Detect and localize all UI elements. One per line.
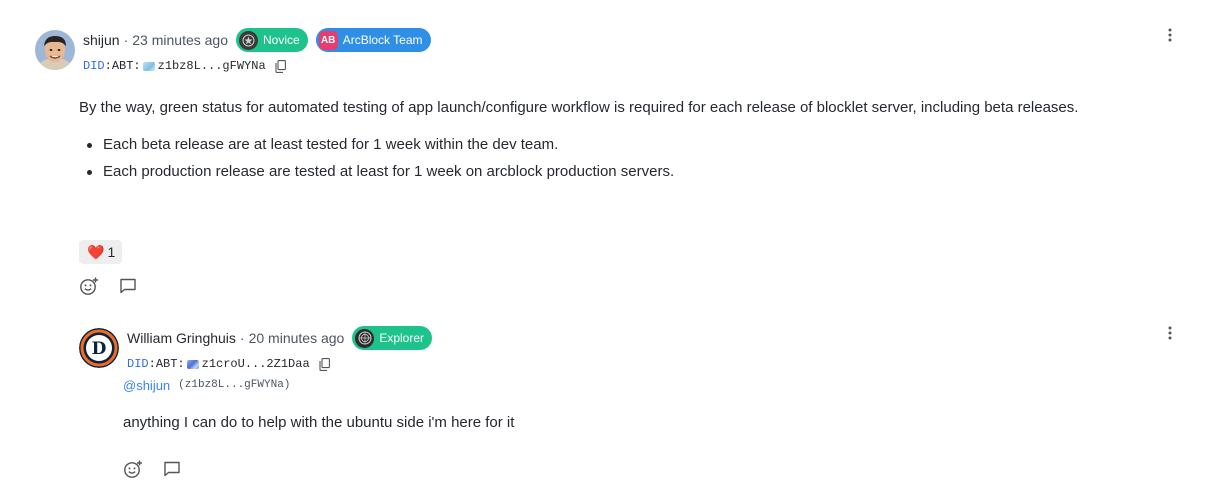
list-item: Each beta release are at least tested fo… [79, 134, 674, 161]
svg-text:D: D [92, 339, 107, 359]
did-avatar-icon [142, 61, 155, 71]
badge-novice: Novice [236, 28, 308, 52]
novice-badge-icon [239, 30, 258, 50]
badge-explorer: Explorer [352, 326, 433, 350]
did-avatar-icon [186, 359, 199, 369]
explorer-badge-icon [355, 328, 375, 348]
comment-text: anything I can do to help with the ubunt… [123, 414, 515, 431]
avatar[interactable] [35, 30, 75, 70]
did-address: DID: ABT: z1bz8L...gFWYNa [83, 58, 286, 74]
comment-header: shijun · 23 minutes ago Novice AB ArcBlo… [83, 28, 431, 52]
copy-icon[interactable] [319, 357, 330, 371]
mention-link[interactable]: @shijun [123, 378, 170, 393]
comment-icon[interactable] [162, 459, 182, 479]
badge-label: Explorer [379, 331, 425, 345]
bullet-list: Each beta release are at least tested fo… [79, 134, 674, 188]
reaction-heart[interactable]: ❤️ 1 [79, 240, 123, 264]
badge-label: ArcBlock Team [342, 33, 423, 47]
reply-mention: @shijun (z1bz8L...gFWYNa) [123, 376, 290, 394]
comment-icon[interactable] [118, 276, 138, 296]
did-short: z1bz8L...gFWYNa [157, 59, 266, 73]
did-chain: ABT: [155, 357, 185, 371]
separator: · [123, 32, 129, 48]
did-prefix: DID [127, 357, 149, 371]
arcblock-logo-icon: AB [318, 30, 338, 50]
more-vert-icon[interactable] [1160, 323, 1180, 343]
add-reaction-icon[interactable] [123, 459, 143, 479]
heart-icon: ❤️ [87, 243, 105, 260]
comment-text: By the way, green status for automated t… [79, 99, 1079, 116]
timestamp: 23 minutes ago [132, 32, 228, 48]
copy-icon[interactable] [275, 59, 286, 73]
more-vert-icon[interactable] [1160, 25, 1180, 45]
author-name[interactable]: William Gringhuis [127, 330, 236, 346]
did-chain: ABT: [111, 59, 141, 73]
reaction-count: 1 [107, 244, 116, 260]
mention-did: (z1bz8L...gFWYNa) [178, 379, 291, 391]
did-colon: : [104, 59, 112, 73]
add-reaction-icon[interactable] [79, 276, 99, 296]
did-prefix: DID [83, 59, 105, 73]
list-item: Each production release are tested at le… [79, 161, 674, 188]
timestamp: 20 minutes ago [248, 330, 345, 346]
comment-header: William Gringhuis · 20 minutes ago Explo… [127, 326, 433, 350]
separator: · [239, 330, 245, 346]
badge-arcblock-team: AB ArcBlock Team [315, 28, 431, 52]
did-colon: : [148, 357, 156, 371]
badge-label: Novice [263, 33, 300, 47]
did-address: DID: ABT: z1croU...2Z1Daa [127, 356, 330, 372]
author-name[interactable]: shijun [83, 32, 120, 48]
avatar[interactable]: D [79, 328, 119, 368]
did-short: z1croU...2Z1Daa [201, 357, 310, 371]
